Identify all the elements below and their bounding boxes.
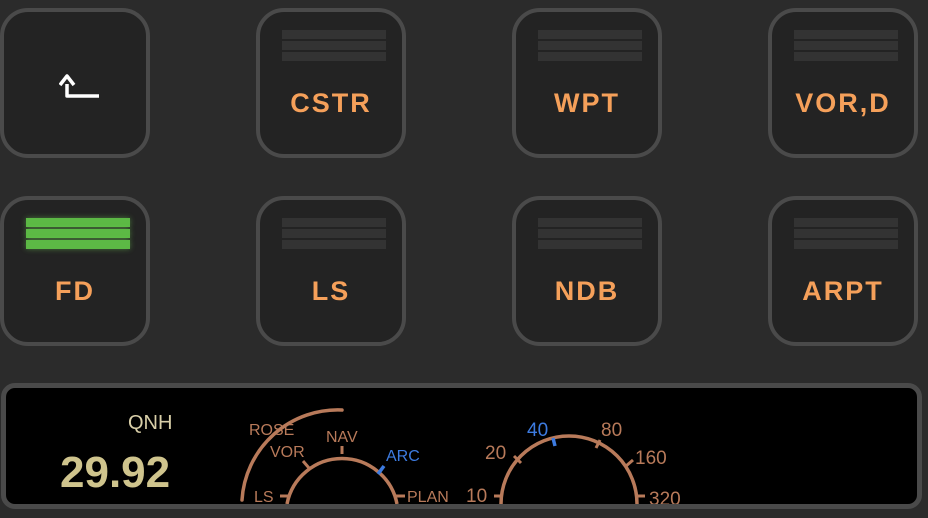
wpt-label: WPT bbox=[554, 88, 620, 118]
range-option-10: 10 bbox=[466, 486, 487, 504]
ls-indicator-light bbox=[282, 218, 386, 252]
arpt-indicator-light bbox=[794, 218, 898, 252]
ndb-label: NDB bbox=[554, 276, 620, 306]
arpt-label: ARPT bbox=[802, 276, 884, 306]
ls-label: LS bbox=[311, 276, 351, 306]
mode-option-plan: PLAN bbox=[407, 489, 449, 504]
fd-button[interactable]: FD bbox=[0, 196, 150, 346]
cstr-label: CSTR bbox=[290, 88, 372, 118]
range-selector-knob[interactable]: 10 20 40 80 160 320 bbox=[466, 420, 681, 504]
range-option-40: 40 bbox=[527, 420, 548, 441]
efis-control-panel: CSTR WPT VOR,D FD LS NDB ARPT QNH 29.92 bbox=[0, 0, 928, 518]
mode-option-nav: NAV bbox=[326, 429, 358, 446]
range-option-80: 80 bbox=[601, 420, 622, 441]
vord-button[interactable]: VOR,D bbox=[768, 8, 918, 158]
fd-label: FD bbox=[55, 276, 95, 306]
fd-indicator-light bbox=[26, 218, 130, 252]
wpt-indicator-light bbox=[538, 30, 642, 64]
mode-selector-knob[interactable]: ROSE VOR NAV ARC LS PLAN bbox=[240, 408, 449, 504]
vord-indicator-light bbox=[794, 30, 898, 64]
mode-option-arc: ARC bbox=[386, 448, 420, 465]
cstr-indicator-light bbox=[282, 30, 386, 64]
ls-button[interactable]: LS bbox=[256, 196, 406, 346]
ndb-button[interactable]: NDB bbox=[512, 196, 662, 346]
mode-option-rose: ROSE bbox=[249, 422, 294, 439]
efis-dials: ROSE VOR NAV ARC LS PLAN 10 20 40 80 160… bbox=[240, 408, 681, 504]
efis-display: QNH 29.92 ROSE VOR NAV ARC LS PLAN 10 20… bbox=[1, 383, 922, 509]
vord-label: VOR,D bbox=[795, 88, 891, 118]
range-option-320: 320 bbox=[649, 489, 681, 504]
mode-option-ls: LS bbox=[254, 489, 274, 504]
mode-option-vor: VOR bbox=[270, 444, 305, 461]
back-button[interactable] bbox=[0, 8, 150, 158]
range-option-160: 160 bbox=[635, 448, 667, 469]
ndb-indicator-light bbox=[538, 218, 642, 252]
wpt-button[interactable]: WPT bbox=[512, 8, 662, 158]
range-option-20: 20 bbox=[485, 443, 506, 464]
arpt-button[interactable]: ARPT bbox=[768, 196, 918, 346]
return-arrow-icon bbox=[59, 74, 99, 98]
cstr-button[interactable]: CSTR bbox=[256, 8, 406, 158]
